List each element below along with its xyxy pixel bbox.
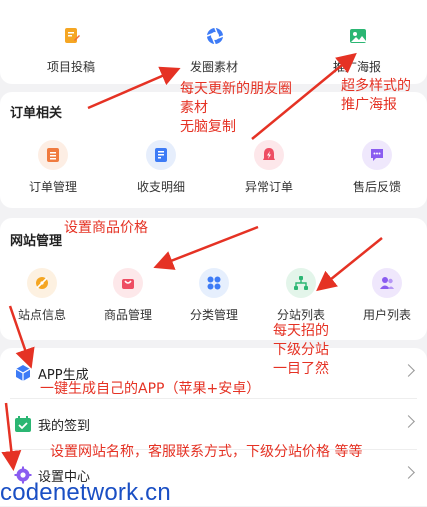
site-section-title: 网站管理 — [10, 234, 63, 249]
annotation-poster: 超多样式的 推广海报 — [341, 78, 411, 113]
income-expense-details[interactable]: 收支明细 — [111, 140, 211, 195]
category-grid-icon — [199, 268, 229, 298]
tool-label: 项目投稿 — [46, 60, 95, 74]
annotation-price: 设置商品价格 — [64, 220, 148, 236]
users-icon — [372, 268, 402, 298]
image-icon — [342, 20, 372, 50]
site-info-icon — [27, 268, 57, 298]
chat-bubble-icon — [362, 140, 392, 170]
order-label: 收支明细 — [136, 180, 185, 194]
site-label: 分站列表 — [276, 308, 325, 322]
edit-doc-icon — [56, 20, 86, 50]
ledger-icon — [146, 140, 176, 170]
category-management[interactable]: 分类管理 — [164, 268, 264, 323]
chevron-right-icon — [402, 415, 415, 428]
site-label: 分类管理 — [189, 308, 238, 322]
abnormal-orders[interactable]: 异常订单 — [219, 140, 319, 195]
tool-moments-material[interactable]: 发圈素材 — [164, 20, 264, 75]
tool-label: 发圈素材 — [189, 60, 238, 74]
product-management[interactable]: 商品管理 — [78, 268, 178, 323]
order-label: 订单管理 — [28, 180, 77, 194]
annotation-moments: 每天更新的朋友圈 素材 无脑复制 — [180, 81, 292, 135]
orders-section-title: 订单相关 — [10, 106, 63, 121]
after-sales-feedback[interactable]: 售后反馈 — [327, 140, 427, 195]
alert-icon — [254, 140, 284, 170]
watermark: codenetwork.cn — [0, 479, 171, 506]
aperture-icon — [199, 20, 229, 50]
calendar-check-icon — [15, 416, 31, 432]
cube-icon — [15, 365, 31, 381]
user-list[interactable]: 用户列表 — [337, 268, 427, 323]
order-label: 售后反馈 — [352, 180, 401, 194]
order-label: 异常订单 — [244, 180, 293, 194]
shopping-bag-icon — [113, 268, 143, 298]
site-label: 商品管理 — [103, 308, 152, 322]
tool-project-submit[interactable]: 项目投稿 — [21, 20, 121, 75]
annotation-substation: 每天招的 下级分站 一目了然 — [273, 323, 329, 377]
order-management[interactable]: 订单管理 — [3, 140, 103, 195]
chevron-right-icon — [402, 364, 415, 377]
tool-promo-poster[interactable]: 推广海报 — [307, 20, 407, 75]
tool-label: 推广海报 — [332, 60, 381, 74]
substation-list[interactable]: 分站列表 — [251, 268, 351, 323]
menu-item-checkin[interactable]: 我的签到 — [0, 399, 427, 449]
menu-item-label: 我的签到 — [38, 419, 91, 434]
chevron-right-icon — [402, 466, 415, 479]
order-list-icon — [38, 140, 68, 170]
top-tools-card: 项目投稿 发圈素材 推广海报 — [0, 0, 427, 84]
annotation-settings: 设置网站名称，客服联系方式，下级分站价格 等等 — [50, 444, 363, 460]
annotation-app: 一键生成自己的APP（苹果+安卓） — [40, 381, 261, 397]
site-label: 用户列表 — [362, 308, 411, 322]
org-tree-icon — [286, 268, 316, 298]
